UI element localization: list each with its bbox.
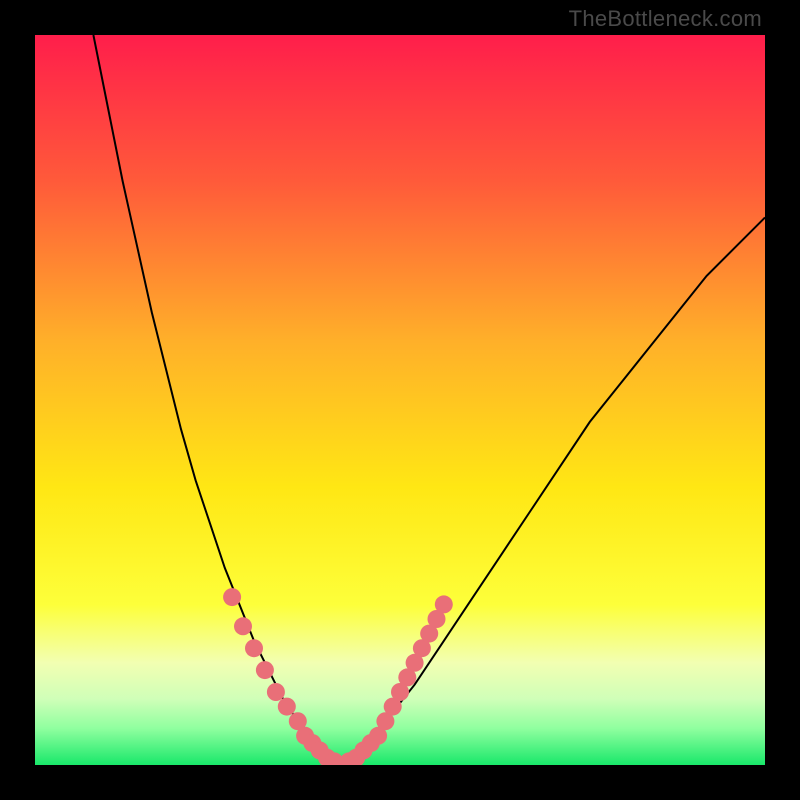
chart-curves	[35, 35, 765, 765]
watermark-text: TheBottleneck.com	[569, 6, 762, 32]
plot-area	[35, 35, 765, 765]
marker-dot	[267, 683, 285, 701]
marker-dot	[234, 617, 252, 635]
marker-dot	[245, 639, 263, 657]
curve-left	[93, 35, 341, 765]
marker-dot	[223, 588, 241, 606]
chart-frame: TheBottleneck.com	[0, 0, 800, 800]
marker-dot	[435, 595, 453, 613]
marker-dot	[256, 661, 274, 679]
marker-dot	[278, 698, 296, 716]
pink-markers	[223, 588, 453, 765]
